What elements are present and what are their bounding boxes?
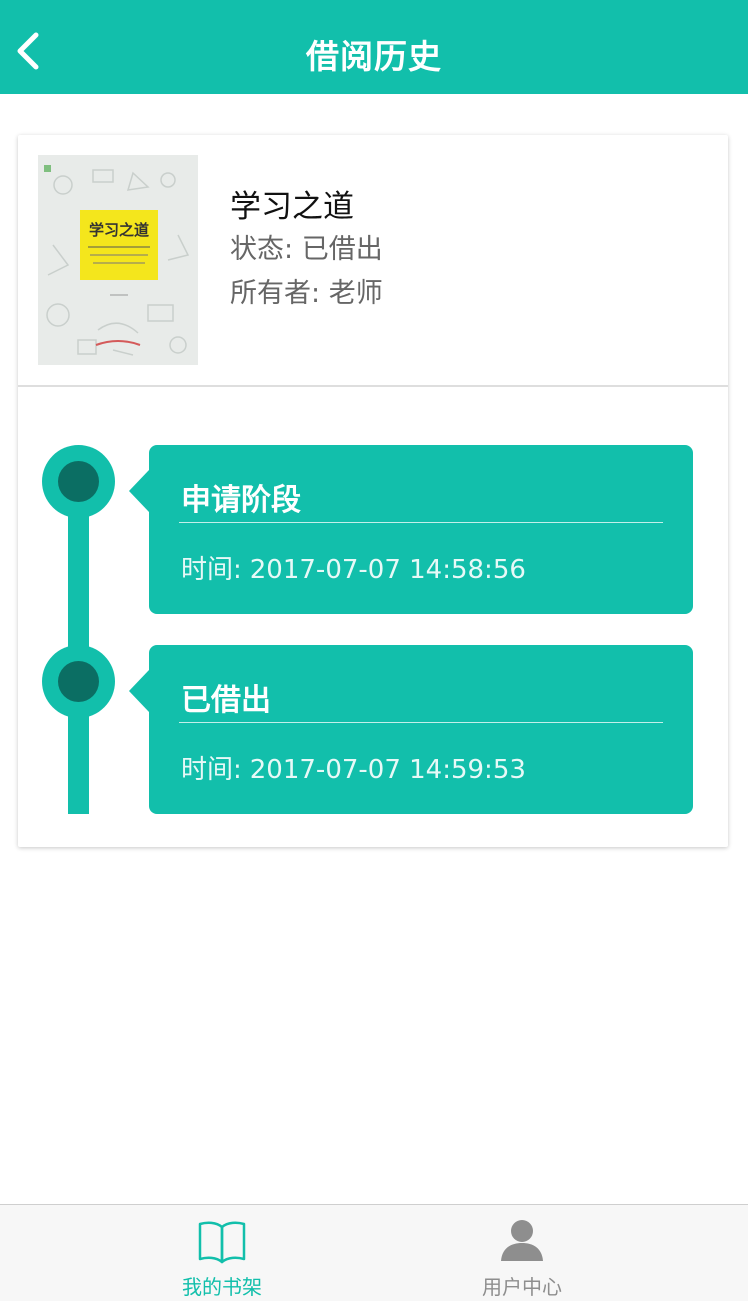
book-status: 状态: 已借出 [230,227,383,266]
step-time-label: 时间: [181,555,242,585]
page-title: 借阅历史 [306,37,442,76]
owner-label: 所有者: [230,278,321,309]
timeline-step: 申请阶段 时间: 2017-07-07 14:58:56 [129,445,693,614]
status-label: 状态: [230,234,294,265]
timeline-node [42,445,115,518]
step-time-label: 时间: [181,755,242,785]
step-title: 已借出 [181,683,271,718]
step-time: 时间: 2017-07-07 14:59:53 [181,749,526,786]
book-title: 学习之道 [230,189,354,225]
borrow-history-card: 学习之道 学习之道 状态: 已借出 所有者: 老师 申请阶段 时间: 2017-0… [18,135,728,847]
step-time-value: 2017-07-07 14:58:56 [249,555,526,585]
timeline-node-dot [58,661,99,702]
owner-value: 老师 [328,278,383,309]
nav-header: 借阅历史 [0,0,748,94]
bottom-tab-bar: 我的书架 用户中心 [0,1204,748,1301]
user-icon [501,1220,543,1261]
step-time-value: 2017-07-07 14:59:53 [249,755,526,785]
tab-user-center[interactable]: 用户中心 [442,1205,602,1301]
tab-my-bookshelf[interactable]: 我的书架 [142,1205,302,1301]
timeline-node-dot [58,461,99,502]
step-divider [179,722,663,723]
step-time: 时间: 2017-07-07 14:58:56 [181,549,526,586]
book-cover-image: 学习之道 [38,155,198,365]
status-value: 已借出 [301,234,383,265]
book-icon [198,1221,246,1264]
timeline-node [42,645,115,718]
timeline-step: 已借出 时间: 2017-07-07 14:59:53 [129,645,693,814]
step-divider [179,522,663,523]
tab-label: 我的书架 [182,1275,262,1299]
cover-title-text: 学习之道 [89,221,149,239]
tab-label: 用户中心 [482,1275,562,1299]
step-title: 申请阶段 [181,483,301,518]
book-owner: 所有者: 老师 [230,271,383,310]
divider [18,385,728,387]
